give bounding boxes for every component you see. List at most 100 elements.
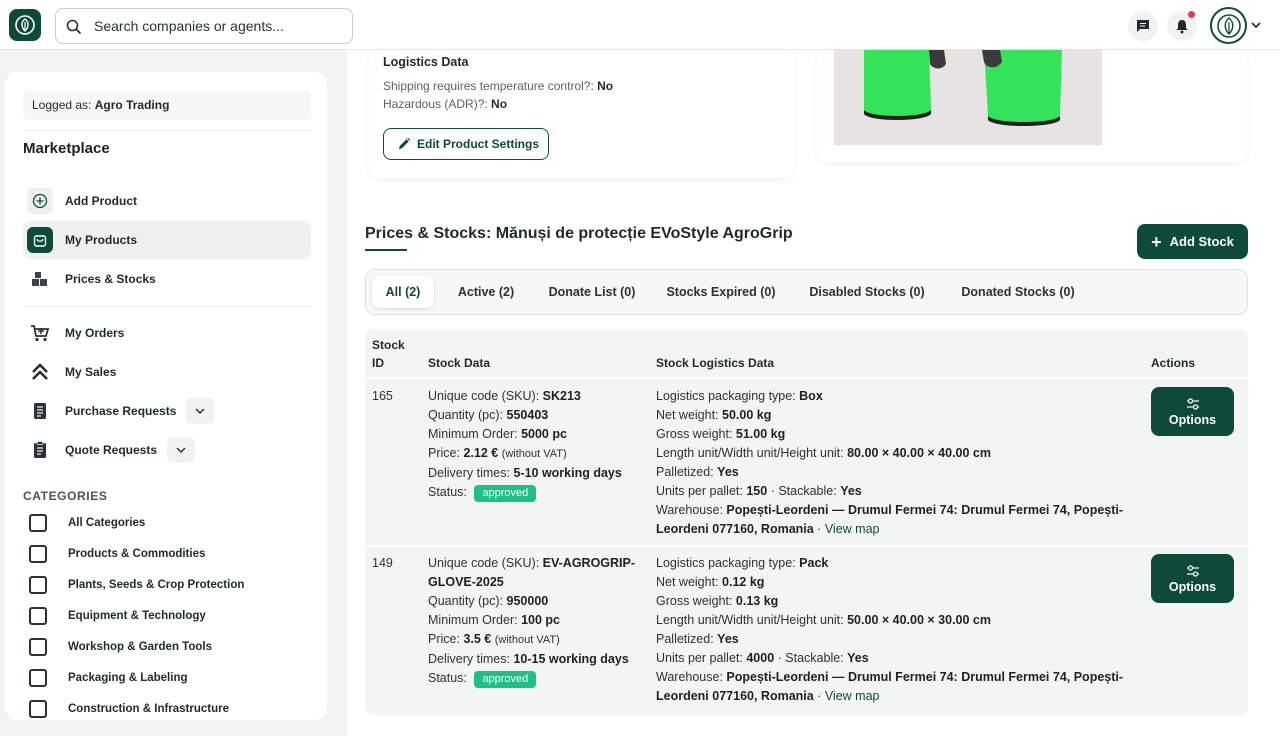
avatar[interactable] bbox=[1210, 7, 1247, 44]
pallet-line: Units per pallet: 150 · Stackable: Yes bbox=[656, 482, 1146, 501]
category-label: Workshop & Garden Tools bbox=[68, 641, 212, 653]
chat-icon[interactable] bbox=[1128, 11, 1158, 41]
logo-icon[interactable] bbox=[9, 9, 41, 41]
stock-logistics: Logistics packaging type: Box Net weight… bbox=[656, 387, 1146, 539]
value: 50.00 kg bbox=[722, 408, 772, 422]
label: Minimum Order: bbox=[428, 613, 518, 627]
add-stock-button[interactable]: + Add Stock bbox=[1137, 224, 1248, 259]
gross-weight-line: Gross weight: 51.00 kg bbox=[656, 425, 1146, 444]
nav-label: Quote Requests bbox=[65, 443, 158, 457]
nav-my-products[interactable]: My Products bbox=[23, 221, 311, 259]
chevron-down-icon bbox=[176, 447, 186, 454]
value: 100 pc bbox=[521, 613, 560, 627]
category-item[interactable]: Workshop & Garden Tools bbox=[29, 637, 212, 657]
value: Yes bbox=[717, 465, 739, 479]
expand-quote-requests[interactable] bbox=[167, 437, 196, 463]
boxes-icon bbox=[27, 266, 53, 292]
category-item[interactable]: Packaging & Labeling bbox=[29, 668, 188, 688]
expand-purchase-requests[interactable] bbox=[186, 398, 215, 424]
nav-quote-requests[interactable]: Quote Requests bbox=[23, 431, 311, 469]
status-line: Status: approved bbox=[428, 483, 622, 502]
stock-data: Unique code (SKU): SK213 Quantity (pc): … bbox=[428, 387, 622, 502]
product-image[interactable] bbox=[834, 50, 1102, 145]
category-label: Construction & Infrastructure bbox=[68, 703, 230, 715]
chevron-down-icon[interactable] bbox=[1250, 19, 1262, 34]
sliders-icon bbox=[1186, 397, 1199, 410]
sliders-icon bbox=[1186, 564, 1199, 577]
bell-icon[interactable] bbox=[1167, 11, 1197, 41]
search-box bbox=[55, 8, 353, 44]
logistics-title: Logistics Data bbox=[383, 55, 469, 69]
logged-company: Agro Trading bbox=[94, 98, 170, 112]
tab-donated-stocks[interactable]: Donated Stocks (0) bbox=[952, 276, 1084, 308]
bag-icon bbox=[27, 227, 53, 253]
stock-id: 149 bbox=[372, 556, 393, 570]
net-weight-line: Net weight: 50.00 kg bbox=[656, 406, 1146, 425]
label: Status: bbox=[428, 671, 467, 685]
nav-prices-stocks[interactable]: Prices & Stocks bbox=[23, 260, 311, 298]
category-label: Packaging & Labeling bbox=[68, 672, 188, 684]
label: Length unit/Width unit/Height unit: bbox=[656, 613, 844, 627]
checkbox[interactable] bbox=[29, 545, 47, 563]
nav-add-product[interactable]: Add Product bbox=[23, 182, 311, 220]
checkbox[interactable] bbox=[29, 607, 47, 625]
value: Pack bbox=[799, 556, 829, 570]
value: 2.12 € bbox=[463, 446, 499, 460]
nav-my-orders[interactable]: My Orders bbox=[23, 314, 311, 352]
tab-stocks-expired[interactable]: Stocks Expired (0) bbox=[658, 276, 784, 308]
checkbox[interactable] bbox=[29, 576, 47, 594]
value: Leordeni 077160, Romania bbox=[656, 689, 814, 703]
nav-purchase-requests[interactable]: Purchase Requests bbox=[23, 392, 311, 430]
stock-id: 165 bbox=[372, 389, 393, 403]
category-item[interactable]: Equipment & Technology bbox=[29, 606, 206, 626]
stocks-table: Stock ID Stock Data Stock Logistics Data… bbox=[365, 329, 1248, 715]
edit-product-settings-button[interactable]: Edit Product Settings bbox=[383, 128, 549, 160]
tab-active[interactable]: Active (2) bbox=[444, 276, 528, 308]
nav-label: Add Product bbox=[65, 194, 137, 208]
notification-dot bbox=[1188, 11, 1195, 18]
tab-donate-list[interactable]: Donate List (0) bbox=[538, 276, 646, 308]
divider bbox=[23, 130, 311, 131]
value: 51.00 kg bbox=[735, 427, 786, 441]
category-item[interactable]: Products & Commodities bbox=[29, 544, 205, 564]
checkbox[interactable] bbox=[29, 514, 47, 532]
category-item[interactable]: Plants, Seeds & Crop Protection bbox=[29, 575, 244, 595]
category-item[interactable]: All Categories bbox=[29, 513, 145, 533]
category-label: All Categories bbox=[68, 517, 146, 529]
min-order-line: Minimum Order: 5000 pc bbox=[428, 425, 622, 444]
tab-disabled-stocks[interactable]: Disabled Stocks (0) bbox=[802, 276, 932, 308]
options-button[interactable]: Options bbox=[1151, 387, 1234, 436]
warehouse-line: Warehouse: Popești-Leordeni — Drumul Fer… bbox=[656, 668, 1146, 687]
value: 550403 bbox=[506, 408, 549, 422]
category-item[interactable]: Construction & Infrastructure bbox=[29, 699, 229, 719]
column-header-logistics: Stock Logistics Data bbox=[656, 356, 775, 370]
label: Delivery times: bbox=[428, 652, 510, 666]
view-map-link[interactable]: View map bbox=[825, 522, 880, 536]
hazard-label: Hazardous (ADR)?: bbox=[383, 97, 488, 111]
label: · Stackable: bbox=[777, 651, 844, 665]
temp-label: Shipping requires temperature control?: bbox=[383, 79, 594, 93]
value: SK213 bbox=[542, 389, 581, 403]
pencil-icon bbox=[399, 137, 411, 149]
options-label: Options bbox=[1168, 579, 1217, 594]
nav-my-sales[interactable]: My Sales bbox=[23, 353, 311, 391]
checkbox[interactable] bbox=[29, 669, 47, 687]
label: Net weight: bbox=[656, 575, 719, 589]
checkbox[interactable] bbox=[29, 700, 47, 718]
label: Gross weight: bbox=[656, 427, 733, 441]
search-input[interactable] bbox=[94, 9, 344, 43]
qty-line: Quantity (pc): 550403 bbox=[428, 406, 622, 425]
label: Gross weight: bbox=[656, 594, 733, 608]
label: Units per pallet: bbox=[656, 484, 743, 498]
title-underline bbox=[365, 249, 407, 251]
view-map-link[interactable]: View map bbox=[825, 689, 880, 703]
tab-all[interactable]: All (2) bbox=[372, 276, 434, 308]
value: Popești-Leordeni — Drumul Fermei 74: Dru… bbox=[726, 670, 1124, 684]
options-button[interactable]: Options bbox=[1151, 554, 1234, 603]
label: Delivery times: bbox=[428, 466, 510, 480]
palletized-line: Palletized: Yes bbox=[656, 463, 1146, 482]
value: 50.00 × 40.00 × 30.00 cm bbox=[847, 613, 991, 627]
sidebar: Logged as: Agro Trading Marketplace Add … bbox=[5, 72, 327, 720]
value: 0.13 kg bbox=[735, 594, 779, 608]
checkbox[interactable] bbox=[29, 638, 47, 656]
